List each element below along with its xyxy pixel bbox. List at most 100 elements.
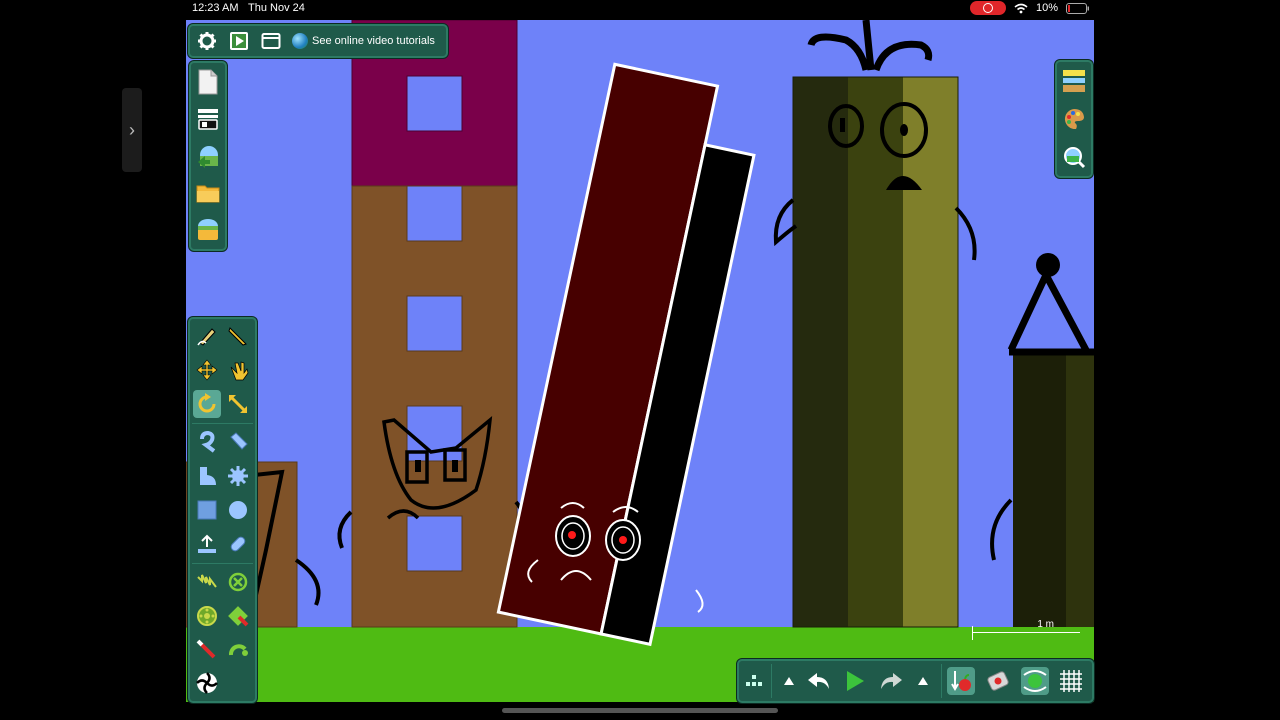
scene-settings-button[interactable] [195,106,221,132]
new-document-icon [198,69,218,95]
eraser-tool-button[interactable] [224,428,252,456]
olive-stripe-3 [903,77,958,627]
undo-icon [808,673,829,689]
laser-tool-button[interactable] [193,636,221,664]
chain-tool-icon [230,536,246,552]
open-folder-button[interactable] [195,180,221,206]
tracer-tool-button[interactable] [224,636,252,664]
chain-tool-button[interactable] [224,530,252,558]
scene-canvas[interactable] [186,20,1094,702]
collapse-right-button[interactable] [909,667,937,695]
scene-settings-icon [198,108,218,130]
home-indicator[interactable] [502,708,778,713]
playback-panel [737,659,1094,703]
drag-hand-icon [230,361,249,381]
new-scene-button[interactable] [195,69,221,95]
play-scene-icon [230,32,248,50]
spring-tool-icon [197,574,217,588]
polygon-tool-icon [200,467,216,485]
hinge-tool-button[interactable] [193,602,221,630]
plane-tool-button[interactable] [193,530,221,558]
import-image-icon [198,145,218,168]
air-friction-button[interactable] [984,667,1012,695]
move-tool-button[interactable] [193,356,221,384]
gravity-button[interactable] [947,667,975,695]
texture-tool-button[interactable] [193,669,221,697]
file-panel [189,61,227,251]
eraser-tool-icon [230,432,248,450]
rotate-tool-button[interactable] [193,390,221,418]
collapse-left-button[interactable] [775,667,803,695]
olive-right-arm [954,206,977,261]
fixate-tool-icon [228,572,248,592]
scale-tool-button[interactable] [224,390,252,418]
knife-tool-icon [228,327,247,346]
screen-recording-icon[interactable] [969,1,1006,15]
gear-shape-icon [228,466,248,486]
right-block-arm [990,498,1013,561]
scale-tool-icon [228,394,248,414]
play-scene-button[interactable] [226,28,252,54]
status-right: 10% [969,1,1090,15]
fixate-tool-button[interactable] [224,568,252,596]
window-icon [261,33,281,49]
save-scene-button[interactable] [195,217,221,243]
menu-grid-button[interactable] [741,667,769,695]
controllers-button[interactable] [1021,667,1049,695]
olive-hair [807,20,933,72]
drag-tool-button[interactable] [224,356,252,384]
palette-icon [1064,109,1084,130]
top-toolbar: See online video tutorials [188,24,448,58]
zoom-reset-icon [1064,147,1086,169]
open-folder-icon [196,185,220,203]
color-palette-button[interactable] [1061,106,1087,132]
move-tool-icon [196,359,218,381]
status-time: 12:23 AM [192,2,239,14]
scene-drawing [186,20,1094,702]
knife-tool-button[interactable] [224,322,252,350]
circle-tool-button[interactable] [224,496,252,524]
battery-percent: 10% [1035,2,1058,14]
side-drawer-handle[interactable]: › [122,88,142,172]
box-tool-icon [197,500,217,520]
settings-button[interactable] [194,28,220,54]
undo-button[interactable] [805,667,833,695]
redo-button[interactable] [877,667,905,695]
window-button[interactable] [258,28,284,54]
laser-tool-icon [196,639,216,659]
thruster-tool-button[interactable] [224,602,252,630]
rope-tool-icon [200,431,216,453]
brown-window-4 [406,515,463,572]
save-bucket-icon [198,219,218,241]
right-block-head [1007,267,1094,356]
gear-shape-tool-button[interactable] [224,462,252,490]
thruster-tool-icon [228,606,249,627]
online-tutorials-link[interactable]: See online video tutorials [292,33,435,49]
sketch-tool-button[interactable] [193,322,221,350]
zoom-reset-button[interactable] [1061,144,1087,170]
collapse-right-icon [918,677,928,685]
olive-stripe-1 [793,77,848,627]
status-bar: 12:23 AM Thu Nov 24 10% [0,0,1280,18]
import-image-button[interactable] [195,143,221,169]
redo-icon [881,673,902,689]
polygon-tool-button[interactable] [193,462,221,490]
grid-menu-icon [746,675,762,686]
box-tool-button[interactable] [193,496,221,524]
brown-window-1 [406,185,463,242]
background-button[interactable] [1061,68,1087,94]
olive-stripe-2 [848,77,903,627]
chevron-right-icon: › [129,119,135,140]
plane-tool-icon [198,534,216,553]
globe-icon [292,33,308,49]
collapse-left-icon [784,677,794,685]
spring-tool-button[interactable] [193,568,221,596]
controllers-icon [1023,670,1047,692]
play-button[interactable] [841,667,869,695]
play-icon [847,671,864,691]
gravity-icon [951,671,971,691]
air-friction-icon [987,671,1009,691]
grid-toggle-button[interactable] [1057,667,1085,695]
rope-tool-button[interactable] [193,428,221,456]
sketch-tool-icon [197,328,216,346]
